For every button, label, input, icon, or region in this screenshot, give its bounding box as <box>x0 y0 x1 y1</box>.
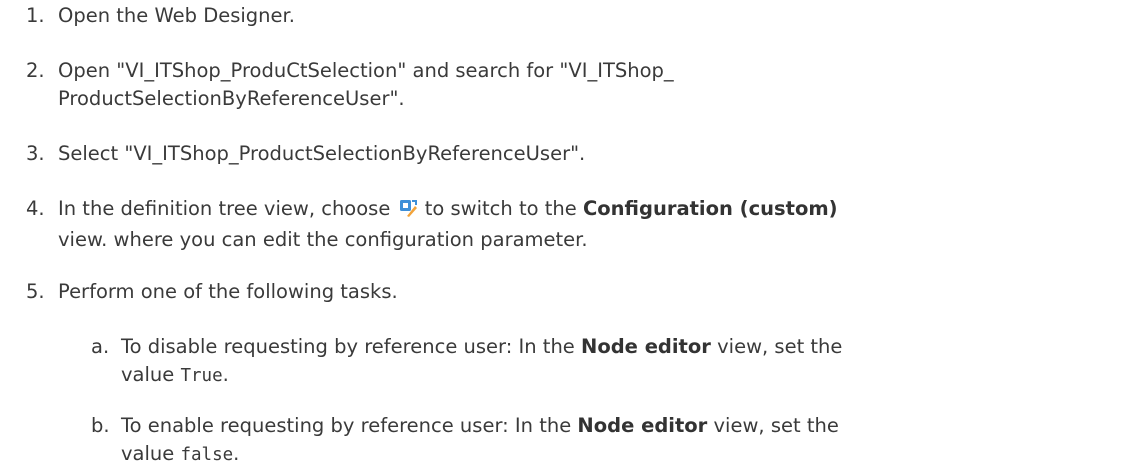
substep-value-label: value <box>121 442 175 465</box>
step-text: Open the Web Designer. <box>58 4 295 27</box>
substep-text: To enable requesting by reference user: … <box>121 412 1111 469</box>
substep-text-post: view, set the <box>717 335 843 358</box>
step-number: 5. <box>26 280 45 303</box>
substep-text-line: value false. <box>121 440 1111 469</box>
step-text: In the definition tree view, choose to s… <box>58 195 1118 254</box>
step-text: Open "VI_ITShop_ProduCtSelection" and se… <box>58 57 1118 113</box>
step-text: Perform one of the following tasks. <box>58 280 398 303</box>
substep-text-line: To disable requesting by reference user:… <box>121 333 1111 361</box>
instruction-document: 1. Open the Web Designer. 2. Open "VI_IT… <box>0 0 1123 465</box>
step-text-post: to switch to the <box>424 197 577 220</box>
substep-text: To disable requesting by reference user:… <box>121 333 1111 390</box>
substep-text-line: To enable requesting by reference user: … <box>121 412 1111 440</box>
step-number: 4. <box>26 197 45 220</box>
node-editor-label: Node editor <box>577 414 708 437</box>
step-text-line: ProductSelectionByReferenceUser". <box>58 87 405 110</box>
substep-text-post: view, set the <box>713 414 839 437</box>
substep-text-pre: To disable requesting by reference user:… <box>121 335 575 358</box>
step-text-line: Open "VI_ITShop_ProduCtSelection" and se… <box>58 59 674 82</box>
substep-text-pre: To enable requesting by reference user: … <box>121 414 572 437</box>
value-code: True <box>180 366 223 386</box>
configuration-custom-icon <box>398 198 418 226</box>
configuration-custom-label: Configuration (custom) <box>582 197 838 220</box>
step-text-line: view. where you can edit the configurati… <box>58 228 588 251</box>
step-text-pre: In the definition tree view, choose <box>58 197 391 220</box>
substep-value-label: value <box>121 363 175 386</box>
step-text-line: In the definition tree view, choose to s… <box>58 195 1118 226</box>
substep-text-line: value True. <box>121 361 1111 390</box>
step-number: 3. <box>26 142 45 165</box>
substep-period: . <box>233 442 240 465</box>
value-code: false <box>180 445 234 465</box>
substep-letter: a. <box>91 335 110 358</box>
step-text: Select "VI_ITShop_ProductSelectionByRefe… <box>58 142 586 165</box>
substep-letter: b. <box>91 414 110 437</box>
step-number: 1. <box>26 4 45 27</box>
substep-period: . <box>222 363 229 386</box>
node-editor-label: Node editor <box>581 335 711 358</box>
step-number: 2. <box>26 59 45 82</box>
